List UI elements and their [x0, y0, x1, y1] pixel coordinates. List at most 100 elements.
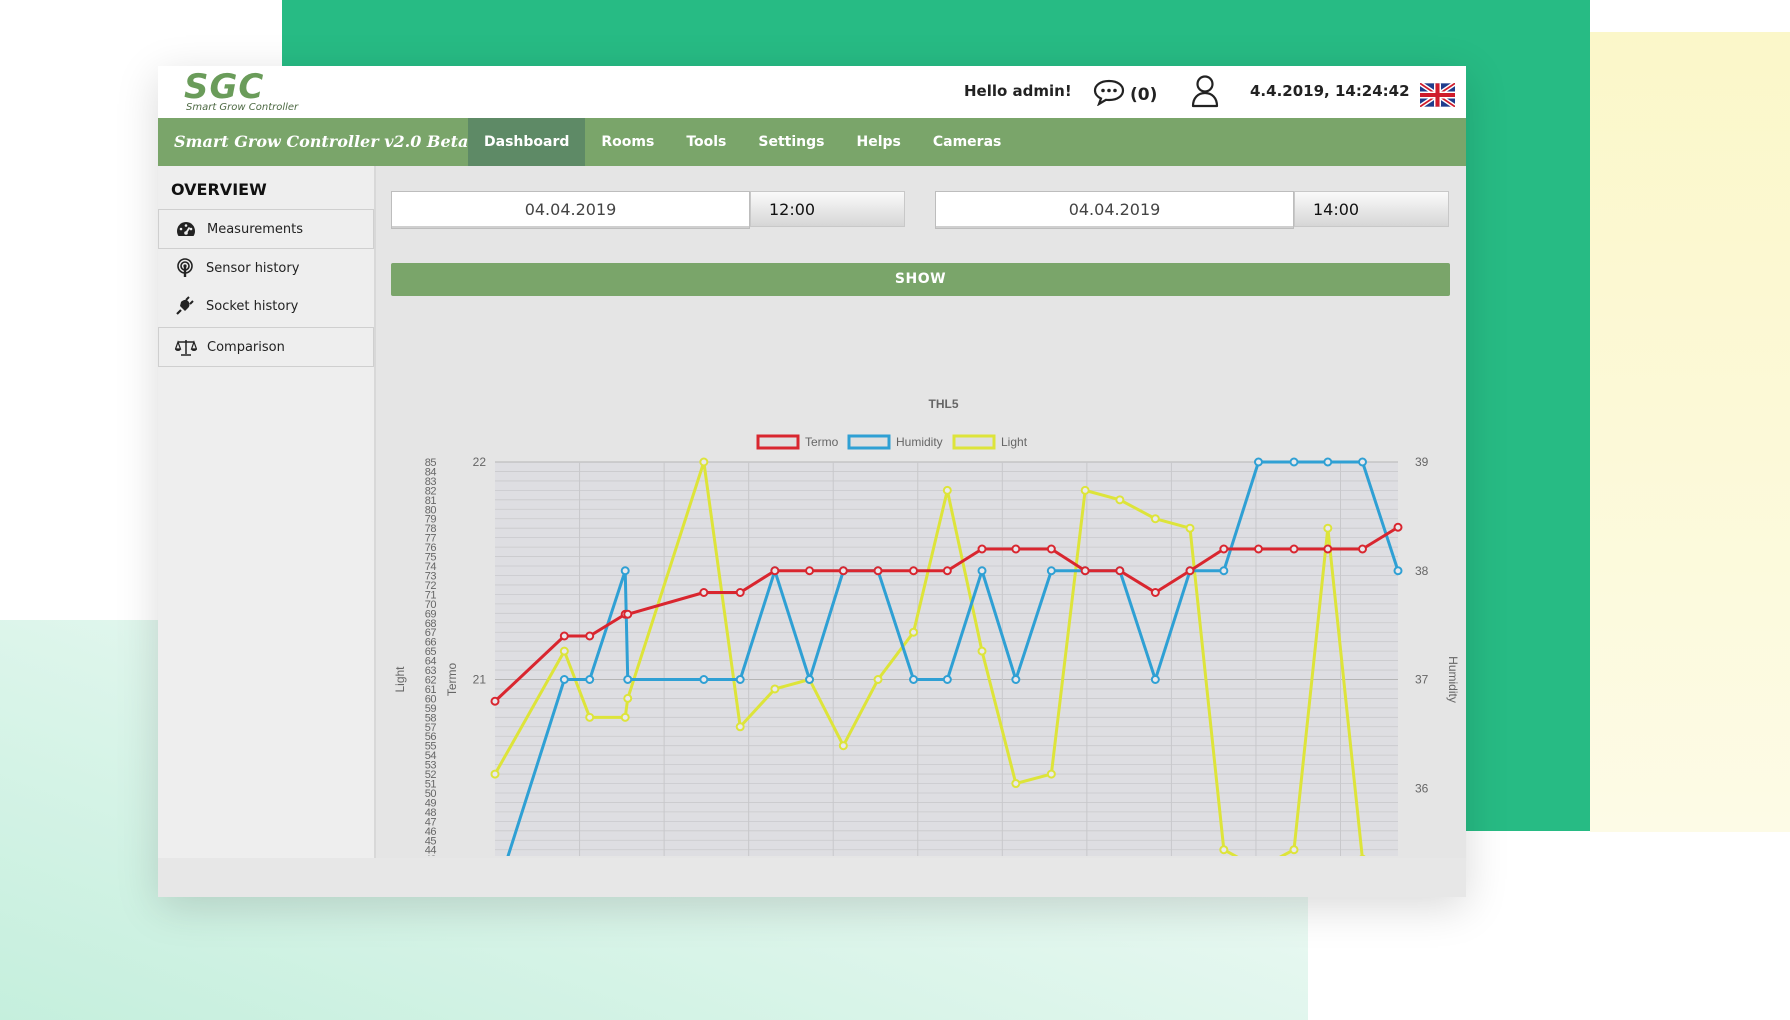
to-date-input[interactable]: 04.04.2019 [935, 191, 1294, 229]
sidebar-item-label: Comparison [207, 339, 285, 355]
data-point-termo [805, 566, 815, 576]
data-point-light [1289, 845, 1299, 855]
data-point-light [770, 684, 780, 694]
sidebar: OVERVIEW Measurements Sensor history Soc… [158, 166, 376, 858]
messages-count: (0) [1130, 84, 1158, 105]
current-datetime: 4.4.2019, 14:24:42 [1250, 82, 1410, 100]
data-point-light [585, 712, 595, 722]
y-tick-humidity: 37 [1415, 673, 1429, 687]
nav-settings[interactable]: Settings [742, 118, 840, 166]
uk-flag-icon[interactable] [1418, 81, 1457, 109]
nav-helps[interactable]: Helps [840, 118, 916, 166]
data-point-termo [770, 566, 780, 576]
thl5-chart: THL5TermoHumidityLight394041424344454647… [393, 397, 1460, 856]
data-point-light [942, 485, 952, 495]
legend-label-humidity: Humidity [896, 435, 943, 449]
logo[interactable]: SGC Smart Grow Controller [184, 70, 298, 113]
nav-tools[interactable]: Tools [670, 118, 742, 166]
broadcast-icon [174, 257, 196, 279]
y-tick-humidity: 39 [1415, 455, 1429, 469]
data-point-termo [1011, 544, 1021, 554]
sidebar-item-measurements[interactable]: Measurements [158, 209, 374, 249]
plug-icon [174, 295, 196, 317]
nav-cameras[interactable]: Cameras [917, 118, 1018, 166]
data-point-light [1219, 845, 1229, 855]
chat-bubble-icon [1092, 78, 1126, 111]
legend-label-light: Light [1001, 435, 1028, 449]
data-point-termo [1219, 544, 1229, 554]
data-point-termo [1115, 566, 1125, 576]
data-point-light [1323, 523, 1333, 533]
sidebar-item-label: Measurements [207, 221, 304, 237]
sidebar-item-label: Socket history [206, 298, 299, 314]
legend-swatch-light [952, 434, 996, 450]
nav-dashboard[interactable]: Dashboard [468, 118, 586, 166]
sidebar-item-comparison[interactable]: Comparison [158, 327, 374, 367]
logo-subtitle: Smart Grow Controller [186, 102, 299, 113]
messages-button[interactable]: (0) [1092, 78, 1157, 111]
data-point-light [873, 675, 883, 684]
data-point-humidity [585, 675, 595, 684]
data-point-light [620, 712, 630, 722]
data-point-termo [1393, 522, 1403, 532]
legend-swatch-humidity [847, 434, 891, 450]
data-point-humidity [1357, 457, 1367, 467]
nav-rooms[interactable]: Rooms [585, 118, 670, 166]
background-yellow-panel [1590, 32, 1790, 832]
data-point-humidity [1046, 566, 1056, 576]
data-point-termo [1323, 544, 1333, 554]
data-point-light [909, 627, 919, 637]
app-window: SGC Smart Grow Controller Hello admin! (… [158, 66, 1466, 897]
logo-text: SGC [184, 67, 265, 107]
data-point-light [1150, 514, 1160, 524]
main-content: 04.04.2019 12:00 04.04.2019 14:00 SHOW T… [376, 166, 1466, 858]
data-point-humidity [1323, 457, 1333, 467]
data-point-light [559, 646, 569, 656]
from-time-select[interactable]: 12:00 [750, 191, 905, 227]
user-icon[interactable] [1190, 74, 1220, 112]
gauge-icon [175, 218, 197, 240]
data-point-humidity [620, 566, 630, 576]
data-point-light [1115, 495, 1125, 505]
data-point-humidity [805, 675, 815, 684]
data-point-humidity [699, 675, 709, 684]
data-point-termo [490, 696, 500, 706]
data-point-light [699, 457, 709, 467]
data-point-light [1080, 485, 1090, 495]
balance-scale-icon [175, 336, 197, 358]
data-point-light [1046, 769, 1056, 779]
data-point-termo [909, 566, 919, 576]
data-point-termo [559, 631, 569, 641]
sidebar-item-sensor-history[interactable]: Sensor history [158, 249, 372, 287]
data-point-light [1011, 779, 1021, 789]
legend-label-termo: Termo [805, 435, 839, 449]
data-point-termo [1080, 566, 1090, 576]
data-point-termo [1046, 544, 1056, 554]
show-button[interactable]: SHOW [391, 263, 1450, 296]
y-axis-label-humidity: Humidity [1446, 656, 1460, 703]
brand-title[interactable]: Smart Grow Controller v2.0 Beta [174, 118, 468, 166]
data-point-light [977, 646, 987, 656]
data-point-light [838, 741, 848, 751]
chart-title: THL5 [929, 397, 959, 411]
data-point-humidity [623, 675, 633, 684]
data-point-humidity [909, 675, 919, 684]
to-time-select[interactable]: 14:00 [1294, 191, 1449, 227]
main-navbar: Smart Grow Controller v2.0 Beta Dashboar… [158, 118, 1466, 166]
data-point-termo [942, 566, 952, 576]
data-point-humidity [735, 675, 745, 684]
sidebar-item-label: Sensor history [206, 260, 300, 276]
sidebar-item-socket-history[interactable]: Socket history [158, 287, 372, 325]
data-point-termo [873, 566, 883, 576]
data-point-humidity [1011, 675, 1021, 684]
data-point-termo [1150, 588, 1160, 597]
y-tick-humidity: 36 [1415, 781, 1429, 795]
data-point-humidity [1393, 566, 1403, 576]
from-date-input[interactable]: 04.04.2019 [391, 191, 750, 229]
data-point-humidity [942, 675, 952, 684]
data-point-light [735, 722, 745, 732]
greeting: Hello admin! [964, 82, 1072, 100]
footer-strip [158, 858, 1466, 897]
data-point-humidity [559, 675, 569, 684]
top-bar: SGC Smart Grow Controller Hello admin! (… [158, 66, 1466, 118]
